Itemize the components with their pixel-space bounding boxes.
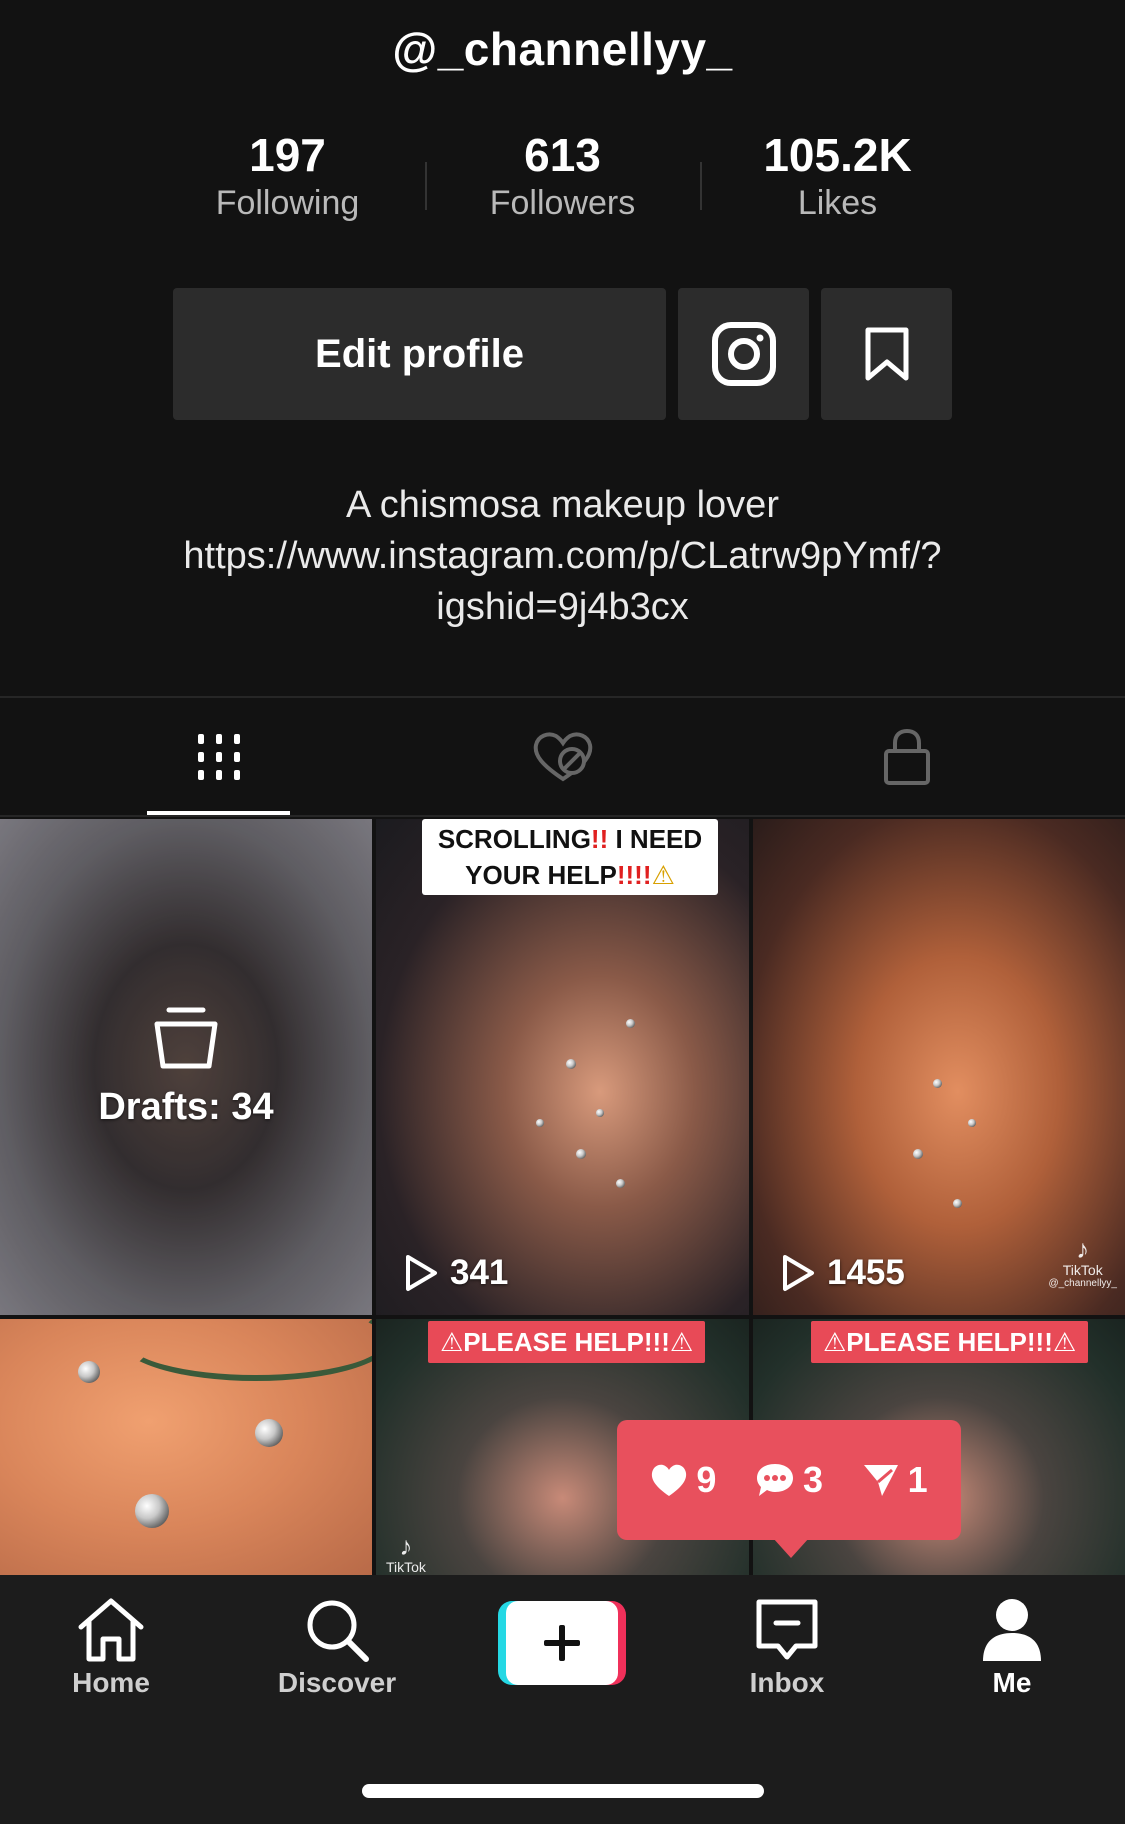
play-icon [783, 1255, 814, 1291]
stat-divider [425, 162, 427, 210]
tab-private[interactable] [719, 698, 1094, 816]
lock-icon [883, 729, 930, 785]
stat-likes[interactable]: 105.2K Likes [700, 128, 975, 223]
likes-label: Likes [797, 184, 878, 222]
following-label: Following [215, 184, 360, 222]
tiktok-watermark: ♪ TikTok [386, 1531, 426, 1575]
search-icon [307, 1600, 369, 1662]
send-icon [863, 1465, 898, 1496]
video-tile[interactable]: 1455 ♪ TikTok @_channellyy_ [753, 819, 1125, 1315]
following-count: 197 [249, 129, 326, 181]
notification-pointer [773, 1538, 809, 1558]
bio-text: A chismosa makeup lover [346, 484, 779, 526]
video-tile[interactable]: SCROLLING!! I NEED YOUR HELP!!!!⚠ 341 [376, 819, 749, 1315]
hidden-likes-icon [533, 732, 592, 782]
drafts-count: Drafts: 34 [98, 1085, 274, 1128]
likes-count: 105.2K [763, 129, 912, 181]
inbox-icon [756, 1599, 818, 1660]
play-icon [406, 1255, 437, 1291]
bio-link[interactable]: https://www.instagram.com/p/CLatrw9pYmf/… [0, 531, 1125, 582]
heart-icon [652, 1464, 687, 1496]
stat-following[interactable]: 197 Following [150, 128, 425, 223]
activity-notification[interactable]: 9 3 1 [617, 1420, 961, 1540]
plus-icon [544, 1625, 580, 1661]
tiktok-logo-icon: ♪ [1076, 1234, 1090, 1264]
nav-me[interactable]: Me [937, 1597, 1087, 1699]
nav-inbox[interactable]: Inbox [712, 1597, 862, 1699]
notif-likes: 9 [650, 1459, 716, 1501]
profile-actions: Edit profile [173, 288, 952, 420]
tab-liked[interactable] [375, 698, 750, 816]
nav-me-label: Me [992, 1667, 1032, 1698]
nav-discover-label: Discover [277, 1667, 397, 1698]
grid-icon [197, 734, 240, 780]
profile-tabs [0, 698, 1125, 816]
nav-home-label: Home [72, 1667, 150, 1698]
notif-shares: 1 [862, 1459, 928, 1501]
instagram-icon [711, 322, 776, 386]
divider [0, 815, 1125, 817]
home-indicator [362, 1784, 764, 1798]
view-count: 1455 [781, 1253, 905, 1293]
comment-icon [756, 1464, 793, 1496]
home-icon [78, 1598, 144, 1662]
favorites-button[interactable] [821, 288, 952, 420]
view-count: 341 [404, 1253, 508, 1293]
bio-link-cont[interactable]: igshid=9j4b3cx [0, 582, 1125, 633]
notif-comments: 3 [755, 1459, 823, 1501]
create-button[interactable] [498, 1601, 626, 1685]
edit-profile-button[interactable]: Edit profile [173, 288, 666, 420]
bookmark-icon [865, 327, 908, 381]
video-caption: ⚠PLEASE HELP!!!⚠ [428, 1321, 706, 1363]
tiktok-logo-icon: ♪ [399, 1531, 413, 1561]
instagram-button[interactable] [678, 288, 809, 420]
stat-followers[interactable]: 613 Followers [425, 128, 700, 223]
tiktok-watermark: ♪ TikTok @_channellyy_ [1048, 1234, 1117, 1289]
profile-stats: 197 Following 613 Followers 105.2K Likes [150, 128, 975, 223]
profile-bio: A chismosa makeup lover https://www.inst… [0, 480, 1125, 633]
stat-divider [700, 162, 702, 210]
nav-discover[interactable]: Discover [262, 1597, 412, 1699]
followers-label: Followers [489, 184, 636, 222]
followers-count: 613 [524, 129, 601, 181]
nav-home[interactable]: Home [36, 1597, 186, 1699]
profile-username: @_channellyy_ [392, 23, 733, 75]
drafts-overlay: Drafts: 34 [0, 819, 372, 1315]
video-tile[interactable] [0, 1319, 372, 1575]
video-caption: SCROLLING!! I NEED YOUR HELP!!!!⚠ [422, 819, 718, 895]
video-caption: ⚠PLEASE HELP!!!⚠ [811, 1321, 1089, 1363]
nav-inbox-label: Inbox [749, 1667, 825, 1698]
profile-icon [983, 1599, 1041, 1661]
drafts-box-icon [154, 1007, 218, 1068]
drafts-tile[interactable]: Drafts: 34 [0, 819, 372, 1315]
tab-videos[interactable] [31, 698, 406, 816]
